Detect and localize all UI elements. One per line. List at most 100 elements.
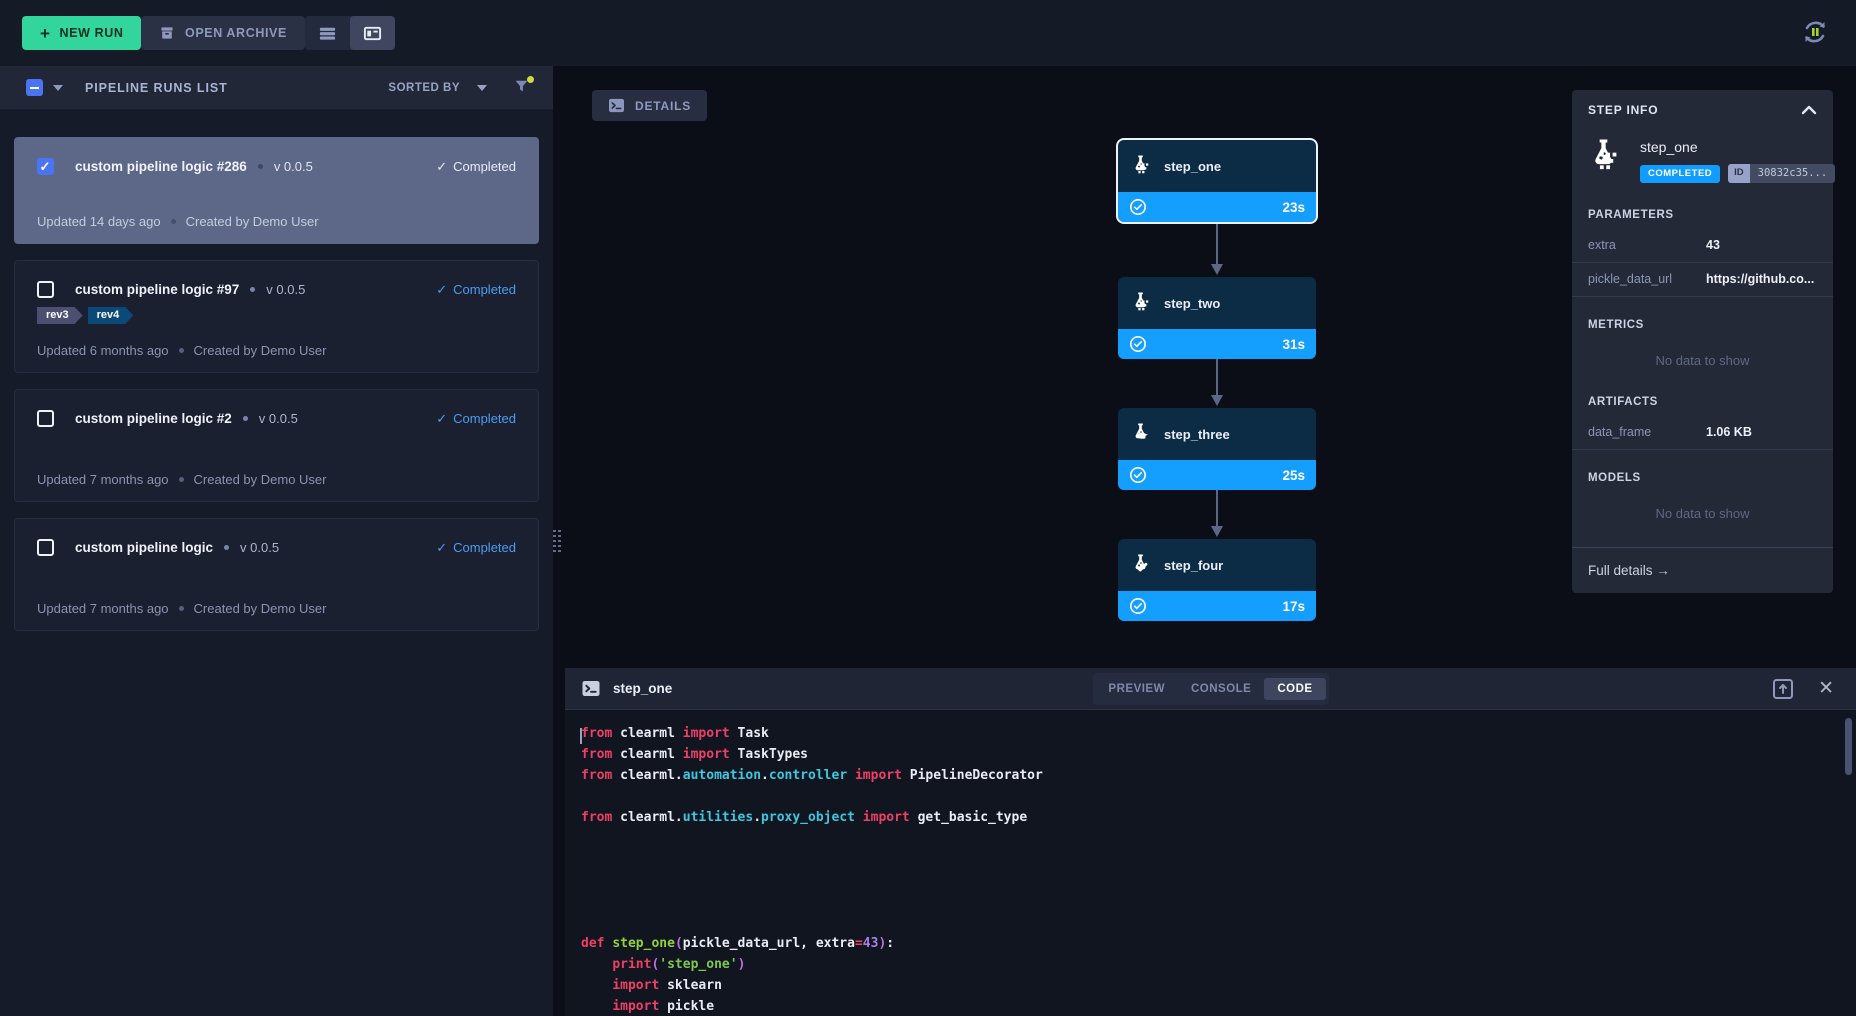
- top-toolbar: + NEW RUN OPEN ARCHIVE: [0, 0, 1856, 66]
- parameters-section-label: PARAMETERS: [1572, 187, 1833, 229]
- new-run-button[interactable]: + NEW RUN: [22, 16, 141, 50]
- run-checkbox[interactable]: [37, 539, 54, 556]
- flask-dots-icon: [1130, 291, 1154, 315]
- view-toggle-group: [305, 16, 395, 50]
- dag-node-step_three[interactable]: step_three 25s: [1118, 408, 1316, 490]
- run-tag: rev3: [37, 307, 83, 324]
- id-label: ID: [1728, 164, 1750, 183]
- run-status: ✓Completed: [436, 282, 516, 298]
- run-checkbox[interactable]: [37, 281, 54, 298]
- terminal-icon: [581, 680, 601, 697]
- code-line: from clearml.automation.controller impor…: [581, 768, 1856, 789]
- param-key: extra: [1588, 238, 1706, 252]
- code-line: import pickle: [581, 999, 1856, 1016]
- pipeline-run-card[interactable]: custom pipeline logic #2v 0.0.5✓Complete…: [14, 389, 539, 502]
- flask-dots-icon: [1130, 154, 1154, 178]
- metrics-section-label: METRICS: [1572, 297, 1833, 339]
- code-line: [581, 789, 1856, 810]
- pipeline-run-card[interactable]: custom pipeline logic #97v 0.0.5✓Complet…: [14, 260, 539, 373]
- detail-view-button[interactable]: [350, 16, 395, 50]
- terminal-icon: [608, 98, 625, 113]
- check-icon: ✓: [436, 540, 447, 556]
- run-tag: rev4: [88, 307, 134, 324]
- dot-separator: [243, 416, 248, 421]
- step-detail-panel: step_one PREVIEW CONSOLE CODE ✕ from cle…: [565, 668, 1856, 1016]
- run-version: v 0.0.5: [274, 159, 313, 174]
- tab-preview[interactable]: PREVIEW: [1095, 678, 1178, 700]
- select-all-checkbox[interactable]: [26, 79, 43, 96]
- close-icon[interactable]: ✕: [1818, 679, 1834, 698]
- flask-cap-icon: [1130, 422, 1154, 446]
- artifact-value: 1.06 KB: [1706, 425, 1752, 439]
- parameter-row: pickle_data_url https://github.co...: [1572, 263, 1833, 297]
- flask-step-icon: [1586, 137, 1626, 183]
- completed-check-circle-icon: [1129, 597, 1147, 615]
- sorted-by-dropdown[interactable]: SORTED BY: [388, 82, 487, 94]
- run-meta: Updated 7 months agoCreated by Demo User: [37, 472, 516, 487]
- panel-resize-handle[interactable]: [552, 524, 562, 558]
- archive-icon: [159, 25, 175, 41]
- dag-node-step_one[interactable]: step_one23s: [1118, 140, 1316, 222]
- expand-panel-button[interactable]: [1772, 678, 1794, 700]
- selection-dropdown-caret-icon[interactable]: [53, 85, 63, 91]
- run-title: custom pipeline logic #2: [75, 411, 232, 426]
- table-view-button[interactable]: [305, 16, 350, 50]
- run-status: ✓Completed: [436, 540, 516, 556]
- run-checkbox[interactable]: [37, 158, 54, 175]
- code-line: def step_one(pickle_data_url, extra=43):: [581, 936, 1856, 957]
- open-archive-button[interactable]: OPEN ARCHIVE: [141, 16, 305, 50]
- tab-code[interactable]: CODE: [1264, 678, 1325, 700]
- code-line: [581, 852, 1856, 873]
- tab-console[interactable]: CONSOLE: [1178, 678, 1264, 700]
- chevron-up-icon[interactable]: [1801, 105, 1817, 115]
- node-name: step_three: [1164, 427, 1230, 442]
- artifact-row: data_frame 1.06 KB: [1572, 416, 1833, 450]
- step-detail-header: step_one PREVIEW CONSOLE CODE ✕: [565, 668, 1856, 710]
- step-name: step_one: [1640, 139, 1835, 155]
- code-line: print('step_one'): [581, 957, 1856, 978]
- code-line: [581, 894, 1856, 915]
- node-duration: 17s: [1282, 599, 1305, 614]
- run-checkbox[interactable]: [37, 410, 54, 427]
- node-duration: 25s: [1282, 468, 1305, 483]
- run-title: custom pipeline logic: [75, 540, 213, 555]
- pipeline-runs-panel: PIPELINE RUNS LIST SORTED BY custom pipe…: [0, 66, 553, 1016]
- full-details-link[interactable]: Full details →: [1572, 547, 1833, 593]
- step-detail-title: step_one: [613, 681, 672, 696]
- run-status: ✓Completed: [436, 159, 516, 175]
- code-line: from clearml import TaskTypes: [581, 747, 1856, 768]
- detail-view-icon: [363, 24, 382, 43]
- pipeline-run-card[interactable]: custom pipeline logicv 0.0.5✓CompletedUp…: [14, 518, 539, 631]
- dot-separator: [258, 164, 263, 169]
- code-scrollbar[interactable]: [1845, 718, 1852, 775]
- code-line: [581, 873, 1856, 894]
- code-line: from clearml import Task: [581, 726, 1856, 747]
- details-button[interactable]: DETAILS: [592, 90, 707, 121]
- filter-button[interactable]: [513, 78, 533, 98]
- task-id-pill[interactable]: ID 30832c35...: [1728, 164, 1835, 183]
- runs-panel-header: PIPELINE RUNS LIST SORTED BY: [0, 66, 553, 109]
- dot-separator: [224, 545, 229, 550]
- run-meta: Updated 7 months agoCreated by Demo User: [37, 601, 516, 616]
- check-icon: ✓: [436, 282, 447, 298]
- sorted-by-label: SORTED BY: [388, 82, 460, 94]
- check-icon: ✓: [436, 159, 447, 175]
- expand-icon: [1772, 678, 1794, 700]
- step-summary: step_one COMPLETED ID 30832c35...: [1572, 127, 1833, 187]
- dag-node-step_two[interactable]: step_two31s: [1118, 277, 1316, 359]
- step-info-header: STEP INFO: [1572, 90, 1833, 127]
- code-viewer[interactable]: from clearml import Taskfrom clearml imp…: [565, 710, 1856, 1016]
- run-meta: Updated 14 days agoCreated by Demo User: [37, 214, 516, 229]
- code-line: [581, 831, 1856, 852]
- filter-active-dot: [527, 76, 534, 83]
- pipeline-run-card[interactable]: custom pipeline logic #286 v 0.0.5 ✓Comple…: [14, 137, 539, 244]
- details-label: DETAILS: [635, 99, 691, 113]
- dag-node-step_four[interactable]: step_four17s: [1118, 539, 1316, 621]
- runs-list: custom pipeline logic #286 v 0.0.5 ✓Comple…: [0, 109, 553, 631]
- node-duration: 23s: [1282, 200, 1305, 215]
- step-info-title: STEP INFO: [1588, 103, 1801, 117]
- artifact-key: data_frame: [1588, 425, 1706, 439]
- auto-refresh-toggle[interactable]: [1796, 13, 1834, 51]
- run-title: custom pipeline logic #286: [75, 159, 247, 174]
- models-section-label: MODELS: [1572, 450, 1833, 492]
